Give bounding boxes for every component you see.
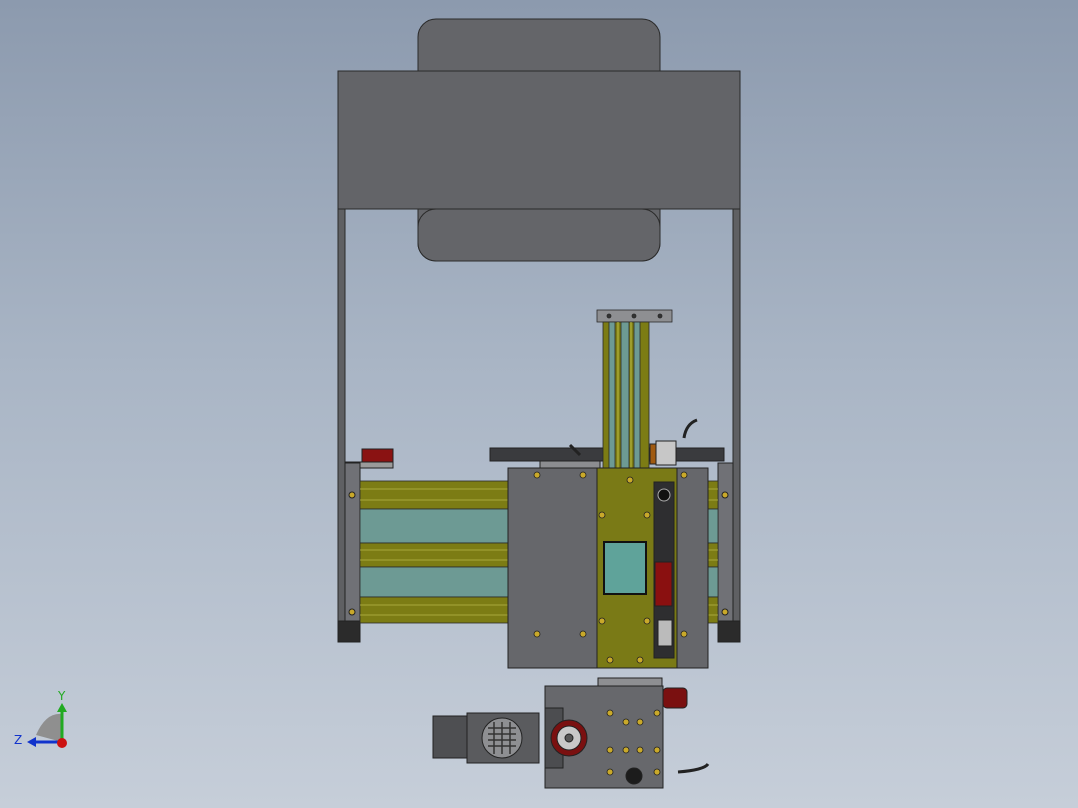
z-axis-label: Z	[14, 733, 22, 747]
lower-gearbox[interactable]	[432, 677, 710, 789]
y-axis-label: Y	[57, 689, 66, 703]
red-motor	[654, 561, 673, 607]
cad-viewport[interactable]: Y Z	[0, 0, 1078, 808]
top-cap-lower	[417, 208, 661, 262]
teal-window	[603, 541, 647, 595]
machine-model[interactable]: Y Z	[0, 0, 1078, 808]
left-frame-post	[337, 208, 346, 641]
right-frame-post	[732, 208, 741, 641]
triad-shade	[36, 713, 62, 742]
x-axis-dot	[57, 738, 67, 748]
carriage[interactable]	[507, 467, 709, 669]
axis-triad: Y Z	[14, 689, 67, 748]
top-beam	[337, 70, 741, 210]
